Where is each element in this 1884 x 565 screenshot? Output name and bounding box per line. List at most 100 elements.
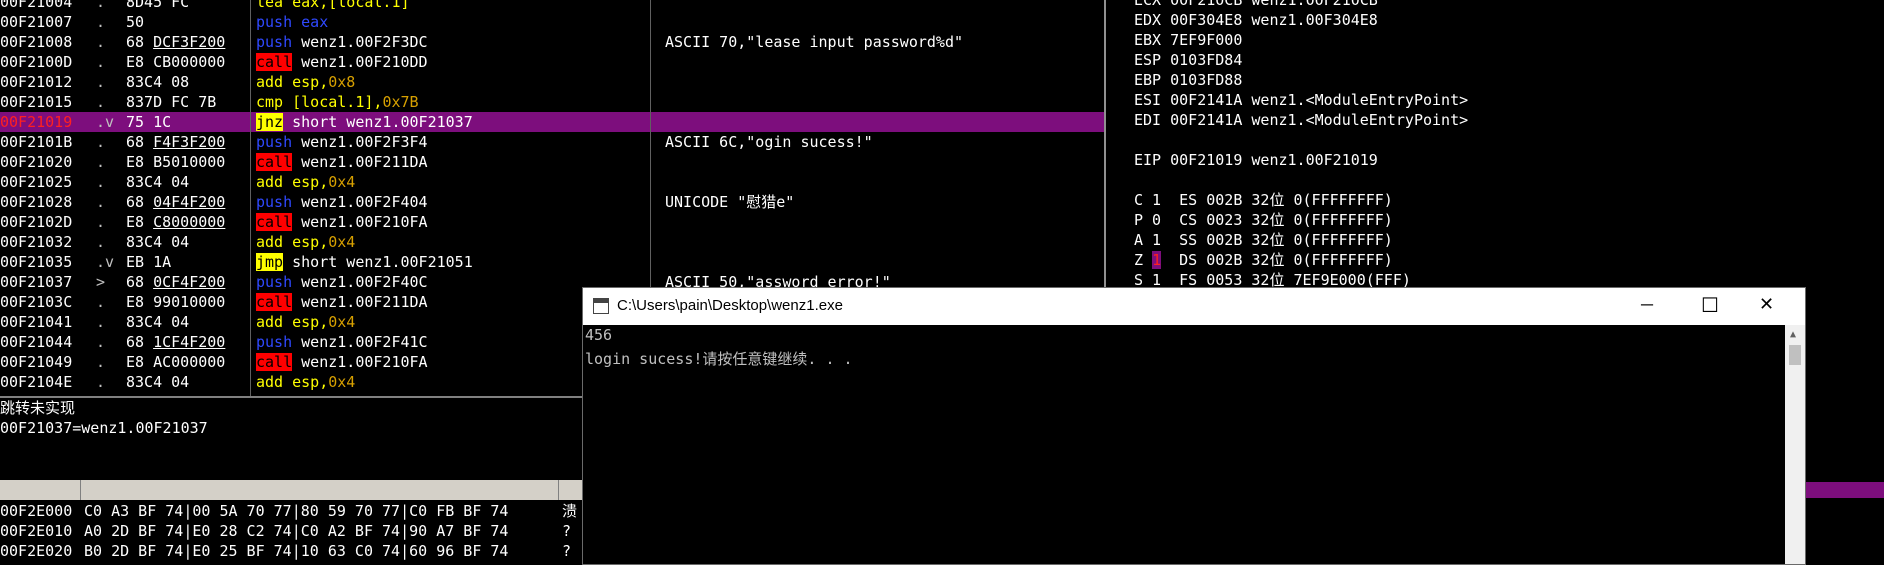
disasm-instruction[interactable]: push wenz1.00F2F41C — [256, 332, 428, 352]
disasm-address[interactable]: 00F2102D — [0, 212, 72, 232]
console-titlebar[interactable]: C:\Users\pain\Desktop\wenz1.exe ─ ☐ ✕ — [583, 288, 1805, 325]
dump-pane[interactable]: 地址 HEX 数据 AS 00F2E000 C0 A3 BF 74|00 5A 7… — [0, 480, 582, 563]
dump-address[interactable]: 00F2E000 — [0, 501, 72, 521]
disasm-instruction[interactable]: call wenz1.00F211DA — [256, 292, 428, 312]
disasm-instruction[interactable]: call wenz1.00F211DA — [256, 152, 428, 172]
disasm-instruction[interactable]: jnz short wenz1.00F21037 — [256, 112, 473, 132]
disasm-address[interactable]: 00F21049 — [0, 352, 72, 372]
console-scrollbar[interactable]: ▲ — [1785, 325, 1805, 564]
disasm-instruction[interactable]: cmp [local.1],0x7B — [256, 92, 419, 112]
disasm-row[interactable]: 00F21012. 83C4 08 add esp,0x8 — [0, 72, 1104, 92]
instruction-part: wenz1.00F2F3DC — [292, 33, 428, 51]
register-text: ESI 00F2141A wenz1.<ModuleEntryPoint> — [1134, 91, 1469, 109]
disasm-instruction[interactable]: push wenz1.00F2F404 — [256, 192, 428, 212]
disasm-instruction[interactable]: call wenz1.00F210FA — [256, 212, 428, 232]
jump-target: 00F21037=wenz1.00F21037 — [0, 419, 208, 437]
disasm-row[interactable]: 00F21035 .v EB 1A jmp short wenz1.00F21051 — [0, 252, 1104, 272]
register-row[interactable]: Z 1 DS 002B 32位 0(FFFFFFFF) — [1134, 250, 1393, 270]
register-row[interactable]: EDX 00F304E8 wenz1.00F304E8 — [1134, 10, 1378, 30]
disasm-address[interactable]: 00F21015 — [0, 92, 72, 112]
maximize-button[interactable]: ☐ — [1701, 293, 1719, 318]
disasm-row[interactable]: 00F21004. 8D45 FC lea eax,[local.1] — [0, 0, 1104, 12]
disasm-instruction[interactable]: push wenz1.00F2F40C — [256, 272, 428, 292]
disasm-bytes-text: 68 — [126, 333, 154, 351]
register-row[interactable]: P 0 CS 0023 32位 0(FFFFFFFF) — [1134, 210, 1393, 230]
disasm-address[interactable]: 00F21032 — [0, 232, 72, 252]
console-window[interactable]: C:\Users\pain\Desktop\wenz1.exe ─ ☐ ✕ 45… — [582, 287, 1806, 565]
register-row[interactable]: ESI 00F2141A wenz1.<ModuleEntryPoint> — [1134, 90, 1468, 110]
disasm-address[interactable]: 00F21008 — [0, 32, 72, 52]
disasm-marker: . — [96, 73, 106, 91]
disasm-address[interactable]: 00F2104E — [0, 372, 72, 392]
disasm-instruction[interactable]: jmp short wenz1.00F21051 — [256, 252, 473, 272]
scroll-thumb[interactable] — [1789, 345, 1801, 365]
disasm-row[interactable]: 00F21019 .v 75 1C jnz short wenz1.00F21037 — [0, 112, 1104, 132]
disasm-address[interactable]: 00F21025 — [0, 172, 72, 192]
disasm-address[interactable]: 00F2100D — [0, 52, 72, 72]
instruction-part: push — [256, 133, 293, 151]
disasm-row[interactable]: 00F21008. 68 DCF3F200 push wenz1.00F2F3DC A… — [0, 32, 1104, 52]
disasm-marker: . — [96, 333, 106, 351]
scroll-up-arrow-icon[interactable]: ▲ — [1790, 329, 1796, 340]
disasm-bytes: 837D FC 7B — [126, 92, 216, 112]
disasm-instruction[interactable]: add esp,0x4 — [256, 312, 355, 332]
register-row[interactable]: EBP 0103FD88 — [1134, 70, 1242, 90]
register-row[interactable]: EIP 00F21019 wenz1.00F21019 — [1134, 150, 1378, 170]
disasm-address[interactable]: 00F21019 — [0, 112, 72, 132]
disasm-bytes: 83C4 08 — [126, 72, 189, 92]
minimize-button[interactable]: ─ — [1641, 295, 1653, 315]
disasm-instruction[interactable]: add esp,0x8 — [256, 72, 355, 92]
disasm-row[interactable]: 00F21032. 83C4 04 add esp,0x4 — [0, 232, 1104, 252]
register-text: EDI 00F2141A wenz1.<ModuleEntryPoint> — [1134, 111, 1469, 129]
instruction-part: add esp, — [256, 313, 329, 331]
disasm-instruction[interactable]: call wenz1.00F210FA — [256, 352, 428, 372]
disasm-address[interactable]: 00F21035 — [0, 252, 72, 272]
dump-address[interactable]: 00F2E010 — [0, 521, 72, 541]
disasm-marker: . — [96, 13, 106, 31]
disasm-address[interactable]: 00F21012 — [0, 72, 72, 92]
disasm-row[interactable]: 00F21015. 837D FC 7B cmp [local.1],0x7B — [0, 92, 1104, 112]
disasm-address[interactable]: 00F21028 — [0, 192, 72, 212]
dump-address[interactable]: 00F2E020 — [0, 541, 72, 561]
disasm-instruction[interactable]: push eax — [256, 12, 328, 32]
disasm-instruction[interactable]: lea eax,[local.1] — [256, 0, 410, 12]
disasm-address[interactable]: 00F21004 — [0, 0, 72, 12]
disasm-address[interactable]: 00F2101B — [0, 132, 72, 152]
disasm-instruction[interactable]: add esp,0x4 — [256, 232, 355, 252]
register-text: ECX 00F210CB wenz1.00F210CB — [1134, 0, 1378, 9]
registers-pane[interactable]: ECX 00F210CB wenz1.00F210CB EDX 00F304E8 … — [1106, 0, 1884, 290]
instruction-part: 0x4 — [328, 173, 356, 191]
register-row[interactable]: EBX 7EF9F000 — [1134, 30, 1242, 50]
register-row[interactable]: C 1 ES 002B 32位 0(FFFFFFFF) — [1134, 190, 1393, 210]
close-button[interactable]: ✕ — [1759, 294, 1774, 315]
disasm-address[interactable]: 00F21007 — [0, 12, 72, 32]
disasm-instruction[interactable]: push wenz1.00F2F3DC — [256, 32, 428, 52]
disasm-row[interactable]: 00F2101B. 68 F4F3F200 push wenz1.00F2F3F4 A… — [0, 132, 1104, 152]
disasm-address[interactable]: 00F21041 — [0, 312, 72, 332]
register-row[interactable]: ECX 00F210CB wenz1.00F210CB — [1134, 0, 1378, 10]
register-row[interactable]: ESP 0103FD84 — [1134, 50, 1242, 70]
register-row[interactable]: A 1 SS 002B 32位 0(FFFFFFFF) — [1134, 230, 1393, 250]
disasm-instruction[interactable]: push wenz1.00F2F3F4 — [256, 132, 428, 152]
zero-flag-value[interactable]: 1 — [1152, 251, 1162, 269]
instruction-part: short wenz1.00F21037 — [283, 113, 473, 131]
disasm-row[interactable]: 00F21020. E8 B5010000 call wenz1.00F211DA — [0, 152, 1104, 172]
disasm-row[interactable]: 00F2100D. E8 CB000000 call wenz1.00F210DD — [0, 52, 1104, 72]
disasm-row[interactable]: 00F21007. 50 push eax — [0, 12, 1104, 32]
disasm-address[interactable]: 00F21044 — [0, 332, 72, 352]
register-row[interactable]: EDI 00F2141A wenz1.<ModuleEntryPoint> — [1134, 110, 1468, 130]
disasm-address[interactable]: 00F2103C — [0, 292, 72, 312]
instruction-part: jmp — [256, 253, 284, 271]
disasm-row[interactable]: 00F21028. 68 04F4F200 push wenz1.00F2F404 U… — [0, 192, 1104, 212]
disasm-marker: . — [96, 213, 106, 231]
disasm-instruction[interactable]: add esp,0x4 — [256, 372, 355, 392]
disasm-row[interactable]: 00F21025. 83C4 04 add esp,0x4 — [0, 172, 1104, 192]
disasm-row[interactable]: 00F2102D. E8 C8000000 call wenz1.00F210FA — [0, 212, 1104, 232]
disasm-bytes: 50 — [126, 12, 144, 32]
disasm-instruction[interactable]: add esp,0x4 — [256, 172, 355, 192]
disasm-bytes-text: E8 — [126, 213, 154, 231]
disasm-address[interactable]: 00F21037 — [0, 272, 72, 292]
disasm-address[interactable]: 00F21020 — [0, 152, 72, 172]
disasm-instruction[interactable]: call wenz1.00F210DD — [256, 52, 428, 72]
instruction-part: cmp [local.1], — [256, 93, 383, 111]
